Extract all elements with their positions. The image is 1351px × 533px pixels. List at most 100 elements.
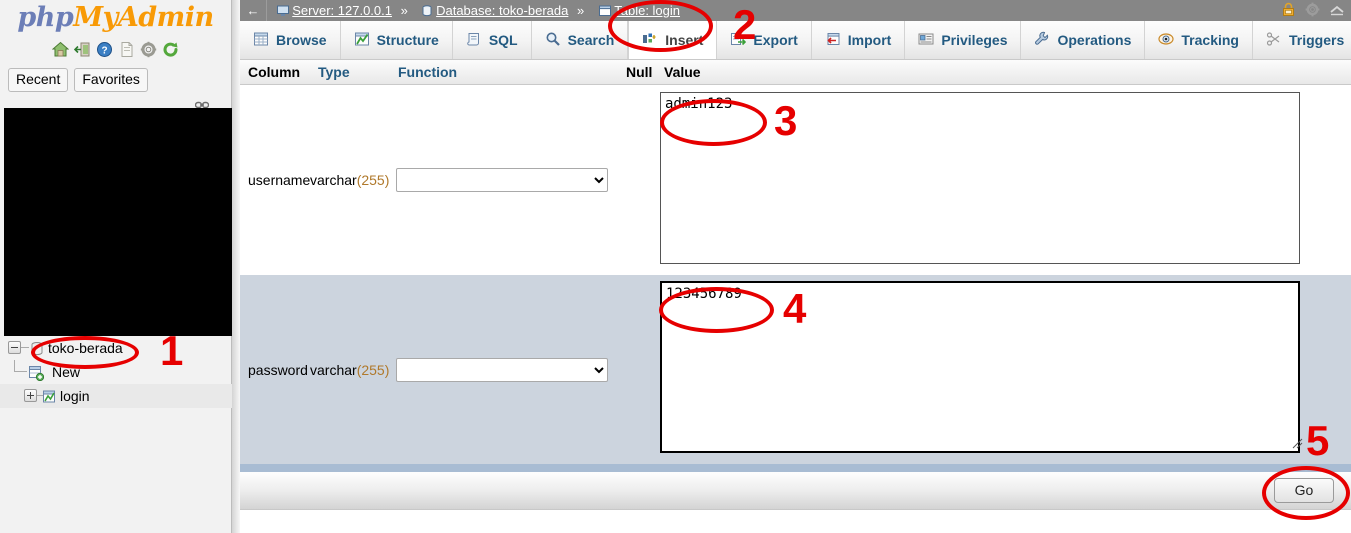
phpmyadmin-logo[interactable]: phpMyAdmin — [0, 0, 231, 33]
row-column-type: varchar(255) — [310, 172, 396, 188]
settings-icon[interactable] — [140, 41, 157, 58]
function-select-password[interactable] — [396, 357, 608, 382]
tab-import[interactable]: Import — [812, 21, 906, 59]
home-icon[interactable] — [51, 41, 70, 58]
phpmyadmin-window: phpMyAdmin ? Recent Favorites toko-berad… — [0, 0, 1351, 533]
browse-icon — [253, 31, 269, 50]
sidebar-database-label: toko-berada — [48, 340, 123, 356]
breadcrumb-separator: » — [400, 3, 408, 18]
table-row: password varchar(255) — [240, 275, 1351, 464]
tab-structure[interactable]: Structure — [341, 21, 453, 59]
breadcrumb-separator: » — [576, 3, 585, 18]
insert-icon — [642, 31, 658, 50]
row-function-cell — [396, 168, 624, 192]
row-value-cell — [660, 281, 1351, 458]
table-tab-bar: Browse Structure SQL Search Insert Expor… — [240, 21, 1351, 60]
breadcrumb-table-label: Table: login — [614, 3, 681, 18]
sidebar-resizer[interactable] — [232, 0, 240, 533]
main-panel: ← Server: 127.0.0.1 » Database: toko-ber… — [240, 0, 1351, 533]
tab-browse-label: Browse — [276, 32, 327, 48]
collapse-icon[interactable] — [1329, 2, 1345, 23]
username-value-textarea[interactable] — [660, 91, 1300, 264]
tab-operations[interactable]: Operations — [1021, 21, 1146, 59]
table-icon — [598, 3, 614, 18]
tab-search-label: Search — [567, 32, 615, 48]
breadcrumb-table[interactable]: Table: login — [598, 3, 681, 18]
sidebar-tab-row: Recent Favorites — [8, 68, 231, 92]
sidebar-new-label: New — [52, 364, 81, 380]
tab-structure-label: Structure — [376, 32, 439, 48]
form-footer: Go — [240, 472, 1351, 510]
insert-form-header-row: Column Type Function Null Value — [240, 60, 1351, 85]
logout-icon[interactable] — [73, 41, 91, 58]
breadcrumb-server-label: Server: 127.0.0.1 — [292, 3, 392, 18]
tab-triggers[interactable]: Triggers — [1253, 21, 1351, 59]
sidebar-item-new[interactable]: New — [0, 360, 232, 384]
type-base: varchar — [310, 361, 357, 378]
logo-php: php — [17, 2, 74, 33]
go-button[interactable]: Go — [1274, 478, 1334, 503]
tracking-icon — [1158, 31, 1174, 50]
collapse-toggle-icon[interactable] — [8, 341, 21, 354]
header-null: Null — [626, 64, 653, 80]
textarea-resize-handle[interactable] — [1291, 436, 1303, 454]
svg-text:?: ? — [101, 45, 107, 56]
tab-export[interactable]: Export — [717, 21, 812, 59]
row-column-name: username — [248, 172, 311, 188]
row-column-type: varchar(255) — [310, 362, 396, 378]
operations-icon — [1034, 31, 1050, 50]
tab-search[interactable]: Search — [532, 21, 629, 59]
row-function-cell — [396, 357, 624, 382]
tab-tracking-label: Tracking — [1181, 32, 1239, 48]
tab-insert-label: Insert — [665, 32, 704, 48]
database-tree: toko-berada New login — [0, 336, 232, 408]
breadcrumb-database[interactable]: Database: toko-berada — [422, 3, 572, 18]
navigation-frame-blank — [4, 108, 232, 336]
help-icon[interactable]: ? — [96, 41, 113, 58]
breadcrumb-server[interactable]: Server: 127.0.0.1 — [276, 3, 396, 18]
table-icon — [42, 388, 58, 404]
tab-sql[interactable]: SQL — [453, 21, 532, 59]
header-column: Column — [248, 64, 301, 80]
password-value-textarea[interactable] — [660, 281, 1300, 453]
tab-tracking[interactable]: Tracking — [1145, 21, 1253, 59]
docs-icon[interactable] — [118, 41, 135, 58]
sidebar-database-toko-berada[interactable]: toko-berada — [0, 336, 232, 360]
type-length: (255) — [356, 361, 390, 378]
back-button[interactable]: ← — [240, 0, 267, 21]
tab-import-label: Import — [847, 32, 892, 48]
export-icon — [730, 31, 747, 50]
tab-insert[interactable]: Insert — [628, 21, 718, 59]
logo-admin: Admin — [117, 2, 214, 33]
tab-privileges-label: Privileges — [941, 32, 1008, 48]
reload-icon[interactable] — [162, 41, 179, 58]
row-divider — [240, 464, 1351, 472]
tab-browse[interactable]: Browse — [240, 21, 341, 59]
import-icon — [825, 31, 841, 50]
tab-privileges[interactable]: Privileges — [905, 21, 1022, 59]
header-type: Type — [318, 64, 350, 80]
lock-icon[interactable] — [1281, 2, 1296, 23]
row-value-cell — [660, 91, 1351, 269]
expand-toggle-icon[interactable] — [24, 389, 37, 402]
search-icon — [545, 31, 561, 50]
row-column-name: password — [248, 361, 308, 378]
tree-line — [14, 371, 27, 372]
new-table-icon — [28, 364, 45, 382]
database-icon — [29, 340, 45, 356]
tab-triggers-label: Triggers — [1288, 32, 1345, 48]
server-icon — [276, 3, 293, 18]
type-base: varchar — [310, 172, 357, 188]
triggers-icon — [1266, 31, 1282, 50]
sidebar-tab-recent[interactable]: Recent — [8, 68, 69, 92]
breadcrumb: ← Server: 127.0.0.1 » Database: toko-ber… — [240, 0, 1351, 21]
database-icon — [422, 3, 436, 18]
sql-icon — [466, 31, 482, 50]
navigation-sidebar: phpMyAdmin ? Recent Favorites toko-berad… — [0, 0, 232, 533]
sidebar-table-login[interactable]: login — [0, 384, 232, 408]
tab-sql-label: SQL — [488, 32, 518, 48]
header-function: Function — [398, 64, 458, 80]
gear-icon[interactable] — [1305, 2, 1320, 23]
function-select-username[interactable] — [396, 168, 608, 192]
sidebar-tab-favorites[interactable]: Favorites — [74, 68, 148, 92]
